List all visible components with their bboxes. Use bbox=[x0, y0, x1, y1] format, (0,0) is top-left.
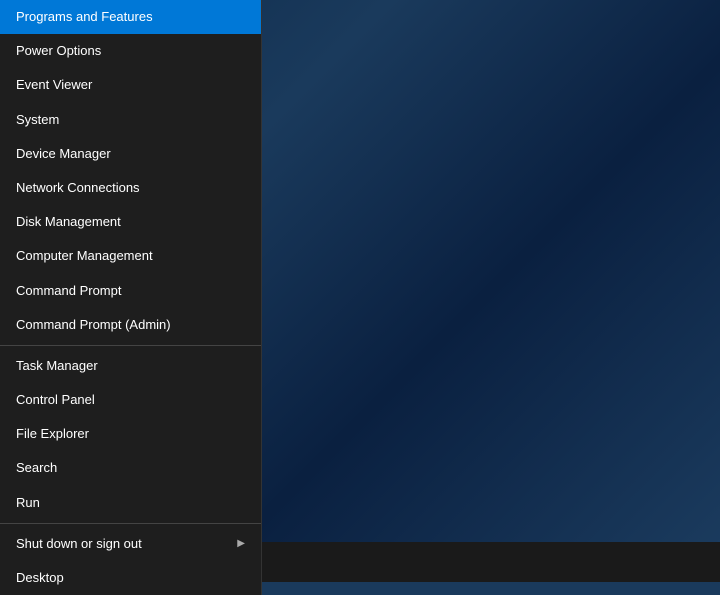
menu-item-label-command-prompt: Command Prompt bbox=[16, 282, 121, 300]
menu-item-command-prompt-admin[interactable]: Command Prompt (Admin) bbox=[0, 308, 261, 342]
submenu-arrow-icon: ▶ bbox=[237, 537, 245, 551]
context-menu: Programs and Features Power Options Event … bbox=[0, 0, 262, 595]
menu-item-computer-management[interactable]: Computer Management bbox=[0, 239, 261, 273]
menu-item-event-viewer[interactable]: Event Viewer bbox=[0, 68, 261, 102]
menu-item-label-network-connections: Network Connections bbox=[16, 179, 140, 197]
menu-item-control-panel[interactable]: Control Panel bbox=[0, 383, 261, 417]
menu-item-label-desktop: Desktop bbox=[16, 569, 64, 587]
menu-item-label-device-manager: Device Manager bbox=[16, 145, 111, 163]
menu-item-label-programs-features: Programs and Features bbox=[16, 8, 153, 26]
menu-item-label-system: System bbox=[16, 111, 59, 129]
menu-item-command-prompt[interactable]: Command Prompt bbox=[0, 274, 261, 308]
menu-item-label-event-viewer: Event Viewer bbox=[16, 76, 92, 94]
menu-divider bbox=[0, 345, 261, 346]
menu-item-label-command-prompt-admin: Command Prompt (Admin) bbox=[16, 316, 171, 334]
menu-item-label-power-options: Power Options bbox=[16, 42, 101, 60]
menu-item-shut-down-sign-out[interactable]: Shut down or sign out ▶ bbox=[0, 527, 261, 561]
menu-item-label-run: Run bbox=[16, 494, 40, 512]
menu-item-power-options[interactable]: Power Options bbox=[0, 34, 261, 68]
menu-item-label-disk-management: Disk Management bbox=[16, 213, 121, 231]
menu-item-task-manager[interactable]: Task Manager bbox=[0, 349, 261, 383]
menu-item-label-computer-management: Computer Management bbox=[16, 247, 153, 265]
menu-item-label-task-manager: Task Manager bbox=[16, 357, 98, 375]
menu-item-file-explorer[interactable]: File Explorer bbox=[0, 417, 261, 451]
menu-item-search[interactable]: Search bbox=[0, 451, 261, 485]
menu-item-label-shut-down-sign-out: Shut down or sign out bbox=[16, 535, 142, 553]
menu-item-label-search: Search bbox=[16, 459, 57, 477]
menu-item-label-file-explorer: File Explorer bbox=[16, 425, 89, 443]
menu-divider bbox=[0, 523, 261, 524]
menu-item-system[interactable]: System bbox=[0, 103, 261, 137]
menu-item-network-connections[interactable]: Network Connections bbox=[0, 171, 261, 205]
menu-item-device-manager[interactable]: Device Manager bbox=[0, 137, 261, 171]
menu-item-run[interactable]: Run bbox=[0, 486, 261, 520]
menu-item-programs-features[interactable]: Programs and Features bbox=[0, 0, 261, 34]
menu-item-disk-management[interactable]: Disk Management bbox=[0, 205, 261, 239]
menu-item-desktop[interactable]: Desktop bbox=[0, 561, 261, 595]
menu-item-label-control-panel: Control Panel bbox=[16, 391, 95, 409]
